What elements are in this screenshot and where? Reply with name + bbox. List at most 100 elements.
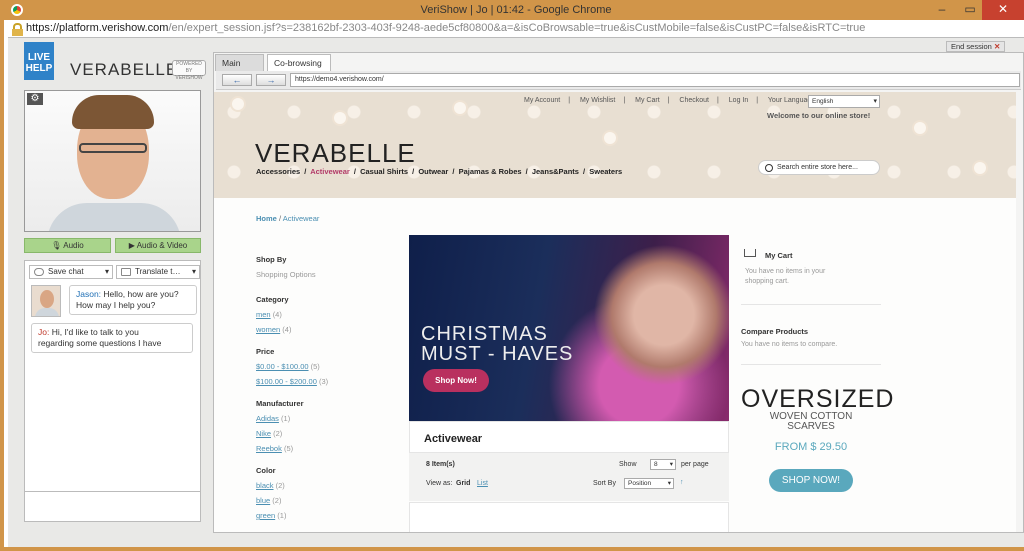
link-separator: | [717, 97, 719, 104]
back-button[interactable]: ← [222, 74, 252, 86]
my-wishlist-link[interactable]: My Wishlist [580, 97, 615, 104]
filter-green-link[interactable]: green [256, 511, 275, 520]
welcome-message: Welcome to our online store! [767, 111, 871, 120]
chat-input[interactable] [24, 491, 201, 522]
shop-now-button[interactable]: Shop Now! [423, 369, 489, 392]
translate-dropdown[interactable]: Translate t… [116, 265, 200, 279]
ad-shop-now-button[interactable]: SHOP NOW! [769, 469, 853, 492]
cart-icon [744, 249, 756, 257]
scarves-ad[interactable]: OVERSIZED WOVEN COTTON SCARVES FROM $ 29.… [741, 385, 895, 532]
filter-adidas-link[interactable]: Adidas [256, 414, 279, 423]
cobrowsed-site: My Account | My Wishlist | My Cart | Checko… [214, 92, 1016, 532]
per-page-select[interactable]: 8 [650, 459, 676, 470]
filter-nike-link[interactable]: Nike [256, 429, 271, 438]
url-bar[interactable]: https://platform.verishow.com/en/expert_… [8, 20, 1024, 38]
category-accessories[interactable]: Accessories [256, 167, 300, 176]
video-shirt [47, 203, 181, 231]
ad-subtitle: WOVEN COTTON SCARVES [741, 412, 881, 432]
promo-banner[interactable]: CHRISTMAS MUST - HAVES Shop Now! [409, 235, 729, 421]
link-separator: | [623, 97, 626, 104]
filter-count: (3) [318, 377, 329, 386]
login-link[interactable]: Log In [729, 97, 748, 104]
maximize-icon[interactable]: ▭ [956, 0, 984, 20]
filter-blue-link[interactable]: blue [256, 496, 270, 505]
close-window-icon[interactable]: ✕ [982, 0, 1024, 20]
blossom-decoration [604, 132, 616, 144]
save-chat-dropdown[interactable]: Save chat [29, 265, 113, 279]
filter-women-link[interactable]: women [256, 325, 280, 334]
filter-count: (5) [283, 444, 294, 453]
filter-price-heading: Price [256, 347, 275, 356]
cobrowse-navbar: ← → https://demo4.verishow.com/ [216, 71, 1021, 90]
sort-direction-icon[interactable]: ↑ [680, 479, 684, 486]
filter-black-link[interactable]: black [256, 481, 274, 490]
logo-help-text: HELP [25, 63, 53, 74]
view-as-label: View as: [426, 480, 453, 487]
banner-line-2: MUST - HAVES [421, 343, 574, 365]
category-outwear[interactable]: Outwear [418, 167, 448, 176]
cobrowse-address-field[interactable]: https://demo4.verishow.com/ [290, 73, 1020, 87]
agent-video: ⚙ [24, 90, 201, 232]
filter-price-2-link[interactable]: $100.00 - $200.00 [256, 377, 317, 386]
tab-main-menu[interactable]: Main Menu [215, 54, 264, 84]
breadcrumb-home[interactable]: Home [256, 214, 277, 223]
ad-price: FROM $ 29.50 [774, 441, 848, 453]
breadcrumb-current: Activewear [282, 214, 320, 223]
forward-button[interactable]: → [256, 74, 286, 86]
category-title: Activewear [424, 433, 483, 445]
grid-view-link[interactable]: Grid [456, 480, 470, 487]
category-pajamas[interactable]: Pajamas & Robes [459, 167, 522, 176]
category-jeans[interactable]: Jeans&Pants [532, 167, 579, 176]
compare-heading: Compare Products [741, 327, 809, 336]
filter-reebok-link[interactable]: Reebok [256, 444, 282, 453]
banner-headline: CHRISTMAS MUST - HAVES [421, 324, 573, 364]
gear-icon[interactable]: ⚙ [27, 93, 43, 105]
category-sweaters[interactable]: Sweaters [589, 167, 622, 176]
ad-headline: OVERSIZED [741, 385, 895, 413]
checkout-link[interactable]: Checkout [679, 97, 709, 104]
compare-empty-text: You have no items to compare. [741, 341, 838, 348]
ad-subtitle-2: SCARVES [787, 421, 835, 432]
site-header: My Account | My Wishlist | My Cart | Checko… [214, 92, 1016, 198]
lock-icon [12, 23, 23, 36]
filter-men-link[interactable]: men [256, 310, 271, 319]
language-select[interactable]: English [808, 95, 880, 108]
audio-video-button[interactable]: ▶ Audio & Video [115, 238, 201, 253]
url-host: https://platform.verishow.com [26, 22, 169, 34]
chat-panel: Save chat Translate t… Jason: Hello, how… [24, 260, 201, 522]
end-session-label: End session [951, 42, 992, 51]
link-separator: | [667, 97, 670, 104]
filter-count: (4) [282, 325, 292, 334]
filter-manufacturer-heading: Manufacturer [256, 399, 304, 408]
url-path: /en/expert_session.jsf?s=238162bf-2303-4… [168, 22, 866, 34]
breadcrumb-separator: / [278, 214, 282, 223]
my-account-link[interactable]: My Account [524, 97, 560, 104]
my-cart-heading: My Cart [765, 251, 793, 260]
banner-line-1: CHRISTMAS [421, 323, 548, 345]
logo-live-text: LIVE [27, 52, 51, 63]
category-activewear[interactable]: Activewear [310, 167, 350, 176]
site-top-links: My Account | My Wishlist | My Cart | Checko… [524, 97, 825, 104]
shop-by-heading: Shop By [256, 255, 287, 264]
category-casual-shirts[interactable]: Casual Shirts [360, 167, 408, 176]
my-cart-link[interactable]: My Cart [635, 97, 660, 104]
sort-by-label: Sort By [593, 480, 616, 487]
sort-select[interactable]: Position [624, 478, 674, 489]
link-separator: | [756, 97, 759, 104]
filter-price-1-link[interactable]: $0.00 - $100.00 [256, 362, 309, 371]
list-view-link[interactable]: List [477, 480, 488, 487]
tab-co-browsing[interactable]: Co-browsing [267, 54, 331, 71]
site-logo[interactable]: VERABELLE [255, 138, 416, 169]
filter-count: (2) [275, 481, 285, 490]
filter-count: (1) [277, 511, 287, 520]
window-titlebar: VeriShow | Jo | 01:42 - Google Chrome – … [4, 0, 1024, 20]
minimize-icon[interactable]: – [928, 0, 956, 20]
layered-navigation: Shop By Shopping Options Category men (4… [256, 252, 328, 523]
category-title-box: Activewear [409, 421, 729, 453]
brand-name: VERABELLE [70, 60, 179, 79]
translate-label: Translate t… [135, 267, 181, 276]
site-search-input[interactable]: Search entire store here... [758, 160, 880, 175]
show-label: Show [619, 461, 637, 468]
end-session-button[interactable]: End session ✕ [946, 41, 1006, 52]
audio-button[interactable]: 🎙 Audio [24, 238, 111, 253]
